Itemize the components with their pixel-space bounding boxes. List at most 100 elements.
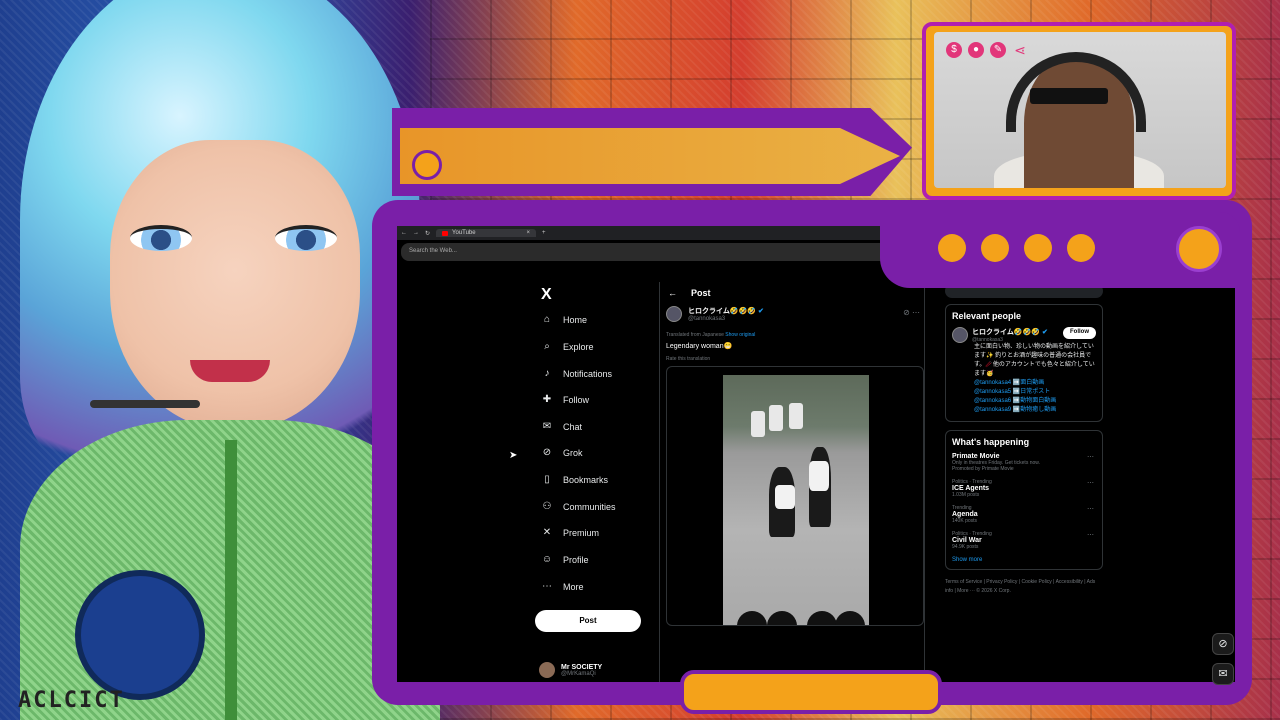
reload-icon[interactable]: ↻ bbox=[425, 230, 430, 237]
tweet-author[interactable]: ヒロクライム🤣🤣🤣 ✔ @tannokasa3 bbox=[666, 306, 764, 322]
art-caption: ACLCICT bbox=[18, 688, 125, 713]
messages-float-icon[interactable]: ✉ bbox=[1212, 663, 1234, 685]
trend-promoted: Promoted by Primate Movie bbox=[952, 466, 1014, 472]
forward-nav-icon[interactable]: → bbox=[413, 230, 419, 236]
page-title: Post bbox=[691, 288, 711, 298]
nav-bookmarks[interactable]: ▯ Bookmarks bbox=[541, 474, 608, 485]
overlay-dot bbox=[938, 234, 966, 262]
trend-item[interactable]: Politics · Trending Civil War 94.9K post… bbox=[952, 531, 1096, 550]
nav-notifications[interactable]: ♪ Notifications bbox=[541, 368, 613, 379]
nav-chat[interactable]: ✉ Chat bbox=[541, 421, 582, 432]
nav-follow[interactable]: ✚ Follow bbox=[541, 394, 589, 405]
nav-label: Follow bbox=[563, 394, 590, 405]
back-nav-icon[interactable]: ← bbox=[401, 230, 407, 236]
bio-link[interactable]: @tannokasa6 ➡️動物面白動画 bbox=[974, 397, 1096, 406]
character-left-eye bbox=[130, 225, 192, 251]
audience-head bbox=[767, 611, 797, 625]
footer-links[interactable]: Terms of Service | Privacy Policy | Cook… bbox=[945, 578, 1103, 596]
profile-icon: ☺ bbox=[541, 554, 553, 565]
mouse-cursor-icon: ➤ bbox=[509, 450, 518, 461]
post-button[interactable]: Post bbox=[535, 610, 641, 632]
nav-communities[interactable]: ⚇ Communities bbox=[541, 501, 616, 512]
nav-label: More bbox=[563, 581, 584, 592]
card-title: Relevant people bbox=[952, 311, 1022, 321]
avatar bbox=[539, 662, 555, 678]
user-icon: ● bbox=[968, 42, 984, 58]
jacket-zipper bbox=[225, 440, 237, 720]
chair bbox=[751, 411, 765, 437]
chair bbox=[769, 405, 783, 431]
tab-close-icon[interactable]: × bbox=[527, 230, 531, 236]
audience-heads bbox=[723, 599, 869, 625]
show-more-link[interactable]: Show more bbox=[952, 557, 1096, 563]
card-title: What's happening bbox=[952, 437, 1030, 447]
trend-item[interactable]: Trending Agenda 140K posts ⋯ bbox=[952, 505, 1096, 524]
more-icon: ⋯ bbox=[542, 581, 552, 592]
verified-icon: ✔ bbox=[757, 308, 764, 315]
trend-name: Civil War bbox=[952, 537, 982, 544]
trend-item[interactable]: Primate Movie Only in theatres Friday. G… bbox=[952, 453, 1096, 472]
verified-icon: ✔ bbox=[1041, 329, 1048, 336]
translation-note: Translated from Japanese Show original bbox=[666, 332, 755, 338]
nav-grok[interactable]: ⊘ Grok bbox=[541, 447, 583, 458]
trend-name: ICE Agents bbox=[952, 485, 990, 492]
webcam-icons: $ ● ✎ ⋖ bbox=[946, 42, 1028, 58]
tweet-more-icon[interactable]: ⊘ ⋯ bbox=[903, 308, 920, 317]
bell-icon: ♪ bbox=[544, 368, 550, 379]
author-handle: @tannokasa3 bbox=[688, 316, 726, 322]
trend-sub: 140K posts bbox=[952, 518, 978, 524]
rate-translation[interactable]: Rate this translation bbox=[666, 356, 710, 362]
relevant-person[interactable]: ヒロクライム🤣🤣🤣 ✔ @tannokasa3 Follow bbox=[952, 327, 1096, 343]
relevant-people-card: Relevant people ヒロクライム🤣🤣🤣 ✔ @tannokasa3 … bbox=[945, 304, 1103, 422]
trend-more-icon[interactable]: ⋯ bbox=[1087, 505, 1094, 513]
bio-link[interactable]: @tannokasa9 ➡️動物癒し動画 bbox=[974, 406, 1096, 415]
audience-head bbox=[737, 611, 767, 625]
tweet-video[interactable] bbox=[723, 375, 869, 625]
nav-label: Home bbox=[563, 314, 588, 325]
grok-float-icon[interactable]: ⊘ bbox=[1212, 633, 1234, 655]
x-page: X ⌂ Home ⌕ Explore ♪ Notifications ✚ Follow … bbox=[397, 282, 1235, 682]
new-tab-button[interactable]: + bbox=[542, 230, 546, 236]
person-shirt bbox=[809, 461, 829, 491]
headset-mic bbox=[90, 400, 200, 408]
tab-title: YouTube bbox=[452, 230, 476, 236]
tweet-media[interactable] bbox=[666, 366, 924, 626]
trend-sub: 94.9K posts bbox=[952, 544, 979, 550]
nav-label: Grok bbox=[563, 447, 583, 458]
add-user-icon: ✚ bbox=[542, 394, 552, 405]
nav-premium[interactable]: ✕ Premium bbox=[541, 527, 599, 538]
show-original-link[interactable]: Show original bbox=[725, 332, 755, 338]
bio-link[interactable]: @tannokasa4 ➡️面白動画 bbox=[974, 379, 1096, 388]
nav-label: Communities bbox=[563, 501, 616, 512]
overlay-dot bbox=[1067, 234, 1095, 262]
character-badge bbox=[75, 570, 205, 700]
search-icon: ⌕ bbox=[544, 341, 550, 352]
trend-more-icon[interactable]: ⋯ bbox=[1087, 531, 1094, 539]
trend-item[interactable]: Politics · Trending ICE Agents 1.03M pos… bbox=[952, 479, 1096, 498]
trend-more-icon[interactable]: ⋯ bbox=[1087, 479, 1094, 487]
nav-home[interactable]: ⌂ Home bbox=[541, 314, 587, 325]
trend-more-icon[interactable]: ⋯ bbox=[1087, 453, 1094, 461]
back-arrow-icon[interactable]: ← bbox=[668, 288, 677, 298]
grok-icon: ⊘ bbox=[542, 447, 552, 458]
nav-label: Notifications bbox=[563, 368, 613, 379]
follow-button[interactable]: Follow bbox=[1063, 327, 1096, 339]
author-name: ヒロクライム🤣🤣🤣 bbox=[688, 308, 757, 315]
chair bbox=[789, 403, 803, 429]
overlay-frame-bottom bbox=[680, 670, 942, 714]
nav-explore[interactable]: ⌕ Explore bbox=[541, 341, 593, 352]
browser-window: ← → ↻ YouTube × + Search the Web... X ⌂ H… bbox=[397, 226, 1235, 682]
browser-tab[interactable]: YouTube × bbox=[436, 229, 537, 237]
overlay-dot-large bbox=[1176, 226, 1222, 272]
account-switcher[interactable]: Mr SOCIETY @MrKamaQi bbox=[539, 662, 602, 678]
bio-link[interactable]: @tannokasa5 ➡️日常ポスト bbox=[974, 388, 1096, 397]
mail-icon: ✉ bbox=[542, 421, 552, 432]
avatar bbox=[952, 327, 968, 343]
communities-icon: ⚇ bbox=[542, 501, 552, 512]
nav-more[interactable]: ⋯ More bbox=[541, 581, 584, 592]
nav-profile[interactable]: ☺ Profile bbox=[541, 554, 589, 565]
trend-name: Primate Movie bbox=[952, 453, 1000, 460]
overlay-frame-dot bbox=[412, 150, 442, 180]
youtube-icon bbox=[442, 230, 449, 236]
x-logo-icon[interactable]: X bbox=[541, 286, 552, 304]
